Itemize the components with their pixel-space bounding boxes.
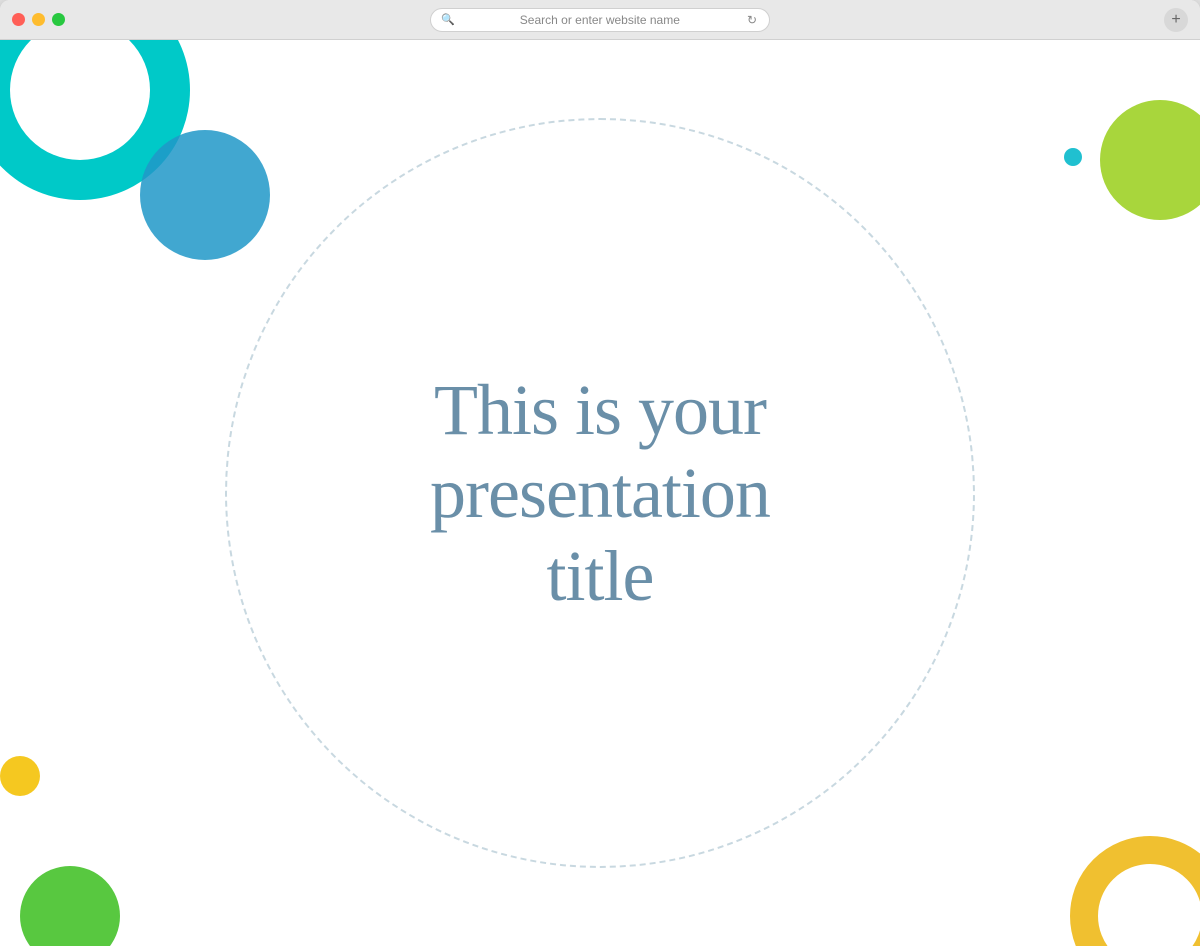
presentation-title: This is your presentation title — [250, 369, 950, 617]
search-icon: 🔍 — [441, 13, 455, 26]
green-circle-bottom-left — [20, 866, 120, 946]
title-line3: title — [547, 535, 654, 615]
yellow-circle-left — [0, 756, 40, 796]
blue-medium-circle — [140, 130, 270, 260]
title-line1: This is your — [434, 370, 766, 450]
title-line2: presentation — [430, 453, 770, 533]
maximize-button[interactable] — [52, 13, 65, 26]
reload-icon[interactable]: ↻ — [745, 13, 759, 27]
teal-small-circle-right — [1064, 148, 1082, 166]
window-buttons — [12, 13, 65, 26]
address-bar-text: Search or enter website name — [461, 13, 739, 27]
yellow-ring-bottom-right — [1070, 836, 1200, 946]
address-bar[interactable]: 🔍 Search or enter website name ↻ — [430, 8, 770, 32]
browser-titlebar: 🔍 Search or enter website name ↻ + — [0, 0, 1200, 40]
new-tab-button[interactable]: + — [1164, 8, 1188, 32]
minimize-button[interactable] — [32, 13, 45, 26]
green-lime-circle-top-right — [1100, 100, 1200, 220]
browser-window: 🔍 Search or enter website name ↻ + This … — [0, 0, 1200, 946]
slide-content: This is your presentation title — [0, 40, 1200, 946]
close-button[interactable] — [12, 13, 25, 26]
